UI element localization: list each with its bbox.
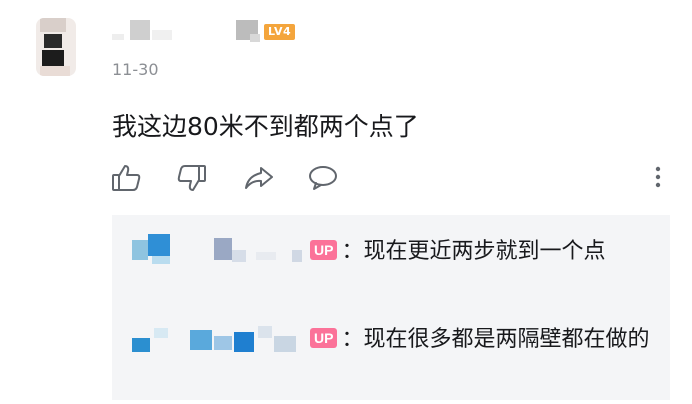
reply-text: ：现在更近两步就到一个点 <box>341 239 606 264</box>
level-badge: LV4 <box>264 24 296 40</box>
reply-username-obscured[interactable] <box>132 322 310 352</box>
like-icon[interactable] <box>110 162 144 194</box>
comment-text: 我这边80米不到都两个点了 <box>112 112 419 141</box>
dislike-icon[interactable] <box>174 162 208 194</box>
reply-item[interactable]: UP ：现在很多都是两隔壁都在做的 <box>132 319 652 361</box>
share-icon[interactable] <box>242 162 276 194</box>
username-obscured[interactable] <box>112 20 262 42</box>
up-badge: UP <box>310 240 338 260</box>
more-icon[interactable] <box>641 162 661 194</box>
comment-actions <box>108 162 668 194</box>
reply-item[interactable]: UP ：现在更近两步就到一个点 <box>132 231 652 273</box>
reply-icon[interactable] <box>306 162 340 194</box>
reply-text: ：现在很多都是两隔壁都在做的 <box>341 327 650 352</box>
comment-date: 11-30 <box>112 60 159 79</box>
reply-username-obscured[interactable] <box>132 234 310 264</box>
up-badge: UP <box>310 328 338 348</box>
reply-list: UP ：现在更近两步就到一个点 UP ：现在很多都是两隔壁都在做的 <box>112 215 670 400</box>
avatar[interactable] <box>36 18 76 76</box>
